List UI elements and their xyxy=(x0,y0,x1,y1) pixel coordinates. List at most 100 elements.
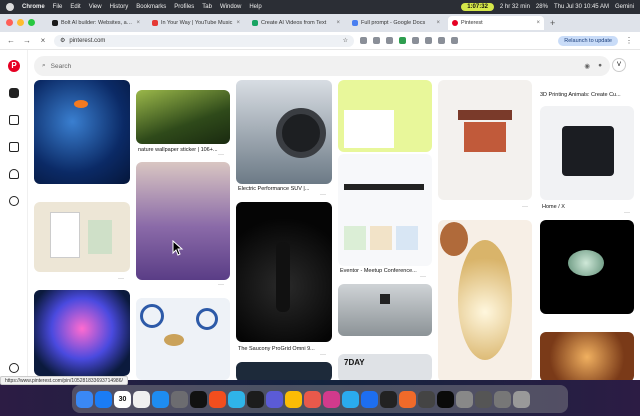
menu-window[interactable]: Window xyxy=(220,4,241,10)
tab-youtube-music[interactable]: In Your Way | YouTube Music × xyxy=(148,16,244,30)
address-bar[interactable]: ⚙ pinterest.com ☆ xyxy=(54,34,354,47)
pin-chinese-pavilion[interactable] xyxy=(438,80,532,200)
gemini-label[interactable]: Gemini xyxy=(615,4,634,10)
close-tab-icon[interactable]: × xyxy=(336,20,340,26)
timer-badge[interactable]: 1:07:32 xyxy=(461,3,494,11)
pin-caption[interactable]: 3D Printing Animals: Create Cu... xyxy=(540,92,621,98)
chrome-icon[interactable] xyxy=(285,390,302,408)
pin-windows-mountain[interactable] xyxy=(338,284,432,336)
menu-help[interactable]: Help xyxy=(249,4,261,10)
pin-more-icon[interactable]: ··· xyxy=(522,204,528,210)
new-tab-icon[interactable]: + xyxy=(550,18,555,28)
pin-anemone-fish[interactable] xyxy=(34,80,130,184)
pin-more-icon[interactable]: ··· xyxy=(218,282,224,288)
search-bar[interactable]: ⌕ Search ◉ ● xyxy=(34,56,610,76)
pin-7day[interactable]: 7DAY xyxy=(338,354,432,380)
pin-glass-frog[interactable] xyxy=(540,220,634,314)
notifications-bell-icon[interactable] xyxy=(9,169,19,179)
create-icon[interactable] xyxy=(9,142,19,152)
photos-icon[interactable] xyxy=(133,390,150,408)
app-icon[interactable] xyxy=(266,390,283,408)
avatar[interactable]: V xyxy=(612,58,626,72)
pin-nature-wallpaper[interactable] xyxy=(136,90,230,144)
pin-electric-suv[interactable] xyxy=(236,80,332,184)
pin-caption[interactable]: The Saucony ProGrid Omni 9... xyxy=(238,346,315,352)
extension-icon[interactable] xyxy=(412,37,419,44)
app-icon[interactable] xyxy=(361,390,378,408)
app-icon[interactable] xyxy=(323,390,340,408)
telegram-icon[interactable] xyxy=(342,390,359,408)
capcut-icon[interactable] xyxy=(247,390,264,408)
tab-bolt[interactable]: Bolt AI builder: Websites, apps × xyxy=(48,16,144,30)
finder-icon[interactable] xyxy=(76,390,93,408)
menu-bookmarks[interactable]: Bookmarks xyxy=(136,4,166,10)
app-icon[interactable] xyxy=(380,390,397,408)
pin-more-icon[interactable]: ··· xyxy=(218,152,224,158)
pin-more-icon[interactable]: ··· xyxy=(624,210,630,216)
messages-icon[interactable] xyxy=(9,196,19,206)
notion-icon[interactable] xyxy=(190,390,207,408)
safari-icon[interactable] xyxy=(95,390,112,408)
calendar-icon[interactable]: 30 xyxy=(114,390,131,408)
pin-more-icon[interactable]: ··· xyxy=(420,274,426,280)
pin-blue-eye[interactable] xyxy=(136,298,230,380)
tab-pinterest[interactable]: Pinterest × xyxy=(448,16,544,30)
menu-history[interactable]: History xyxy=(110,4,129,10)
menu-chrome[interactable]: Chrome xyxy=(22,4,45,10)
pin-saucony-runner[interactable] xyxy=(236,202,332,342)
app-icon[interactable] xyxy=(456,390,473,408)
app-icon[interactable] xyxy=(304,390,321,408)
close-tab-icon[interactable]: × xyxy=(136,20,140,26)
pin-more-icon[interactable]: ··· xyxy=(118,276,124,282)
pin-glass-wave[interactable] xyxy=(34,290,130,376)
menu-edit[interactable]: Edit xyxy=(70,4,80,10)
folder-icon[interactable] xyxy=(494,390,511,408)
bookmark-star-icon[interactable]: ☆ xyxy=(343,37,348,44)
system-settings-icon[interactable] xyxy=(171,390,188,408)
pin-stationery[interactable] xyxy=(34,202,130,272)
back-icon[interactable]: ← xyxy=(6,36,16,45)
home-icon[interactable] xyxy=(9,88,19,98)
close-tab-icon[interactable]: × xyxy=(436,20,440,26)
explore-icon[interactable] xyxy=(9,115,19,125)
terminal-icon[interactable] xyxy=(437,390,454,408)
extension-icon[interactable] xyxy=(399,37,406,44)
menu-view[interactable]: View xyxy=(89,4,102,10)
app-icon[interactable] xyxy=(399,390,416,408)
pin-caption[interactable]: Electric Performance SUV |... xyxy=(238,186,309,192)
menu-profiles[interactable]: Profiles xyxy=(174,4,194,10)
search-input[interactable]: Search xyxy=(51,63,72,70)
app-icon[interactable] xyxy=(418,390,435,408)
extension-icon[interactable] xyxy=(373,37,380,44)
close-tab-icon[interactable]: × xyxy=(236,20,240,26)
tab-google-docs[interactable]: Full prompt - Google Docs × xyxy=(348,16,444,30)
pin-home-x-dark-ui[interactable] xyxy=(540,106,634,200)
pin-dark-card[interactable] xyxy=(236,362,332,380)
forward-icon[interactable]: → xyxy=(22,36,32,45)
pin-caption[interactable]: nature wallpaper sticker | 106+... xyxy=(138,147,218,153)
pin-green-landing-page[interactable] xyxy=(338,80,432,152)
site-info-icon[interactable]: ⚙ xyxy=(60,37,65,44)
microphone-icon[interactable]: ● xyxy=(598,62,602,70)
chrome-menu-icon[interactable]: ⋮ xyxy=(624,36,634,45)
zoom-window-icon[interactable] xyxy=(28,19,35,26)
close-window-icon[interactable] xyxy=(6,19,13,26)
app-icon[interactable] xyxy=(475,390,492,408)
extension-icon[interactable] xyxy=(360,37,367,44)
extensions-puzzle-icon[interactable] xyxy=(438,37,445,44)
menu-tab[interactable]: Tab xyxy=(202,4,212,10)
close-tab-icon[interactable]: × xyxy=(536,20,540,26)
app-icon[interactable] xyxy=(228,390,245,408)
download-icon[interactable] xyxy=(451,37,458,44)
pin-eventor[interactable] xyxy=(338,154,432,266)
minimize-window-icon[interactable] xyxy=(17,19,24,26)
settings-gear-icon[interactable] xyxy=(9,363,19,373)
extension-icon[interactable] xyxy=(386,37,393,44)
pin-purple-flowers[interactable] xyxy=(136,162,230,280)
apple-icon[interactable] xyxy=(6,3,14,11)
pin-more-icon[interactable]: ··· xyxy=(320,192,326,198)
app-store-icon[interactable] xyxy=(152,390,169,408)
figma-icon[interactable] xyxy=(209,390,226,408)
pin-more-icon[interactable]: ··· xyxy=(320,352,326,358)
relaunch-button[interactable]: Relaunch to update xyxy=(558,35,618,46)
